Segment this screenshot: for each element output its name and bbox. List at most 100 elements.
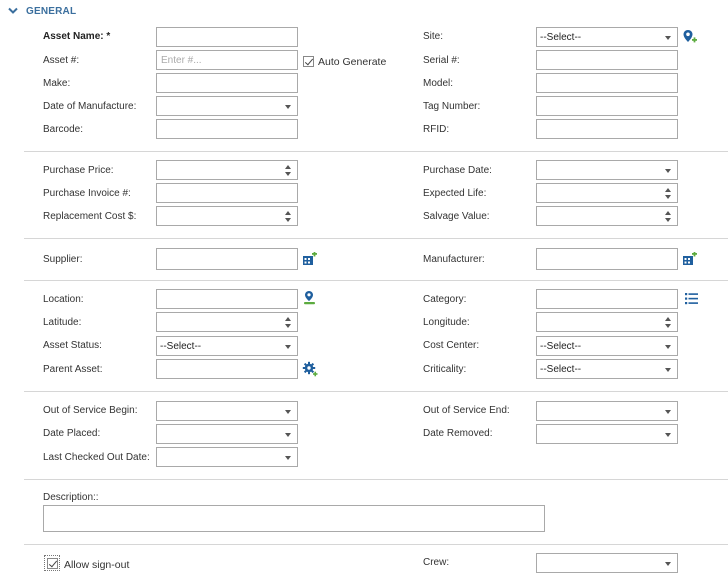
out-of-service-end-picker[interactable] <box>536 401 678 421</box>
criticality-label: Criticality: <box>423 364 467 375</box>
chevron-down-icon <box>285 410 291 414</box>
purchase-date-picker[interactable] <box>536 160 678 180</box>
model-input[interactable] <box>536 73 678 93</box>
purchase-date-label: Purchase Date: <box>423 165 492 176</box>
section-divider <box>24 280 728 281</box>
section-divider <box>24 238 728 239</box>
parent-asset-input[interactable] <box>156 359 298 379</box>
salvage-value-input[interactable] <box>536 206 678 226</box>
barcode-input[interactable] <box>156 119 298 139</box>
map-pin-add-icon[interactable] <box>682 29 698 45</box>
spinner-icon[interactable] <box>285 317 292 328</box>
chevron-down-icon <box>8 7 18 14</box>
date-placed-picker[interactable] <box>156 424 298 444</box>
model-label: Model: <box>423 78 454 89</box>
date-of-manufacture-label: Date of Manufacture: <box>43 101 137 112</box>
supplier-label: Supplier: <box>43 254 83 265</box>
crew-label: Crew: <box>423 557 450 568</box>
tag-number-input[interactable] <box>536 96 678 116</box>
latitude-label: Latitude: <box>43 317 82 328</box>
spinner-icon[interactable] <box>285 211 292 222</box>
allow-sign-out-checkbox[interactable] <box>47 558 58 569</box>
criticality-value: --Select-- <box>540 364 582 375</box>
building-add-icon[interactable] <box>302 252 318 268</box>
crew-select[interactable] <box>536 553 678 573</box>
purchase-invoice-input[interactable] <box>156 183 298 203</box>
replacement-cost-input[interactable] <box>156 206 298 226</box>
chevron-down-icon <box>665 36 671 40</box>
spinner-icon[interactable] <box>285 165 292 176</box>
date-removed-label: Date Removed: <box>423 428 493 439</box>
purchase-price-input[interactable] <box>156 160 298 180</box>
map-pin-user-icon[interactable] <box>302 290 318 306</box>
asset-no-placeholder: Enter #... <box>161 55 202 66</box>
auto-generate-label: Auto Generate <box>318 56 387 68</box>
cost-center-label: Cost Center: <box>423 340 480 351</box>
make-input[interactable] <box>156 73 298 93</box>
section-toggle[interactable] <box>8 7 20 17</box>
manufacturer-input[interactable] <box>536 248 678 270</box>
last-checked-out-date-picker[interactable] <box>156 447 298 467</box>
section-divider <box>24 544 728 545</box>
purchase-invoice-label: Purchase Invoice #: <box>43 188 131 199</box>
location-input[interactable] <box>156 289 298 309</box>
site-label: Site: <box>423 31 444 42</box>
rfid-input[interactable] <box>536 119 678 139</box>
expected-life-input[interactable] <box>536 183 678 203</box>
date-removed-picker[interactable] <box>536 424 678 444</box>
gear-icon[interactable] <box>302 361 318 377</box>
parent-asset-label: Parent Asset: <box>43 364 103 375</box>
category-input[interactable] <box>536 289 678 309</box>
criticality-select[interactable]: --Select-- <box>536 359 678 379</box>
chevron-down-icon <box>665 368 671 372</box>
description-textarea[interactable] <box>43 505 545 532</box>
out-of-service-begin-picker[interactable] <box>156 401 298 421</box>
expected-life-label: Expected Life: <box>423 188 487 199</box>
asset-name-label: Asset Name: * <box>43 31 111 42</box>
date-of-manufacture-picker[interactable] <box>156 96 298 116</box>
check-icon <box>304 56 314 66</box>
supplier-input[interactable] <box>156 248 298 270</box>
serial-no-input[interactable] <box>536 50 678 70</box>
chevron-down-icon <box>285 456 291 460</box>
longitude-input[interactable] <box>536 312 678 332</box>
chevron-down-icon <box>665 169 671 173</box>
building-add-icon[interactable] <box>682 252 698 268</box>
chevron-down-icon <box>665 345 671 349</box>
cost-center-value: --Select-- <box>540 341 582 352</box>
section-divider <box>24 479 728 480</box>
site-select[interactable]: --Select-- <box>536 27 678 47</box>
check-icon <box>48 558 58 568</box>
asset-status-select[interactable]: --Select-- <box>156 336 298 356</box>
spinner-icon[interactable] <box>665 188 672 199</box>
asset-name-input[interactable] <box>156 27 298 47</box>
make-label: Make: <box>43 78 71 89</box>
cost-center-select[interactable]: --Select-- <box>536 336 678 356</box>
asset-status-value: --Select-- <box>160 341 202 352</box>
section-divider <box>24 391 728 392</box>
category-label: Category: <box>423 294 467 305</box>
section-divider <box>24 151 728 152</box>
auto-generate-checkbox[interactable] <box>303 56 314 67</box>
spinner-icon[interactable] <box>665 317 672 328</box>
out-of-service-end-label: Out of Service End: <box>423 405 510 416</box>
chevron-down-icon <box>285 105 291 109</box>
out-of-service-begin-label: Out of Service Begin: <box>43 405 138 416</box>
asset-no-input[interactable]: Enter #... <box>156 50 298 70</box>
spinner-icon[interactable] <box>665 211 672 222</box>
asset-status-label: Asset Status: <box>43 340 102 351</box>
description-label: Description:: <box>43 492 99 503</box>
chevron-down-icon <box>285 433 291 437</box>
chevron-down-icon <box>665 562 671 566</box>
rfid-label: RFID: <box>423 124 450 135</box>
chevron-down-icon <box>285 345 291 349</box>
site-select-value: --Select-- <box>540 32 582 43</box>
manufacturer-label: Manufacturer: <box>423 254 485 265</box>
list-icon[interactable] <box>684 291 700 307</box>
barcode-label: Barcode: <box>43 124 84 135</box>
allow-sign-out-label: Allow sign-out <box>64 559 130 571</box>
tag-number-label: Tag Number: <box>423 101 481 112</box>
latitude-input[interactable] <box>156 312 298 332</box>
asset-no-label: Asset #: <box>43 55 80 66</box>
last-checked-out-date-label: Last Checked Out Date: <box>43 452 150 463</box>
